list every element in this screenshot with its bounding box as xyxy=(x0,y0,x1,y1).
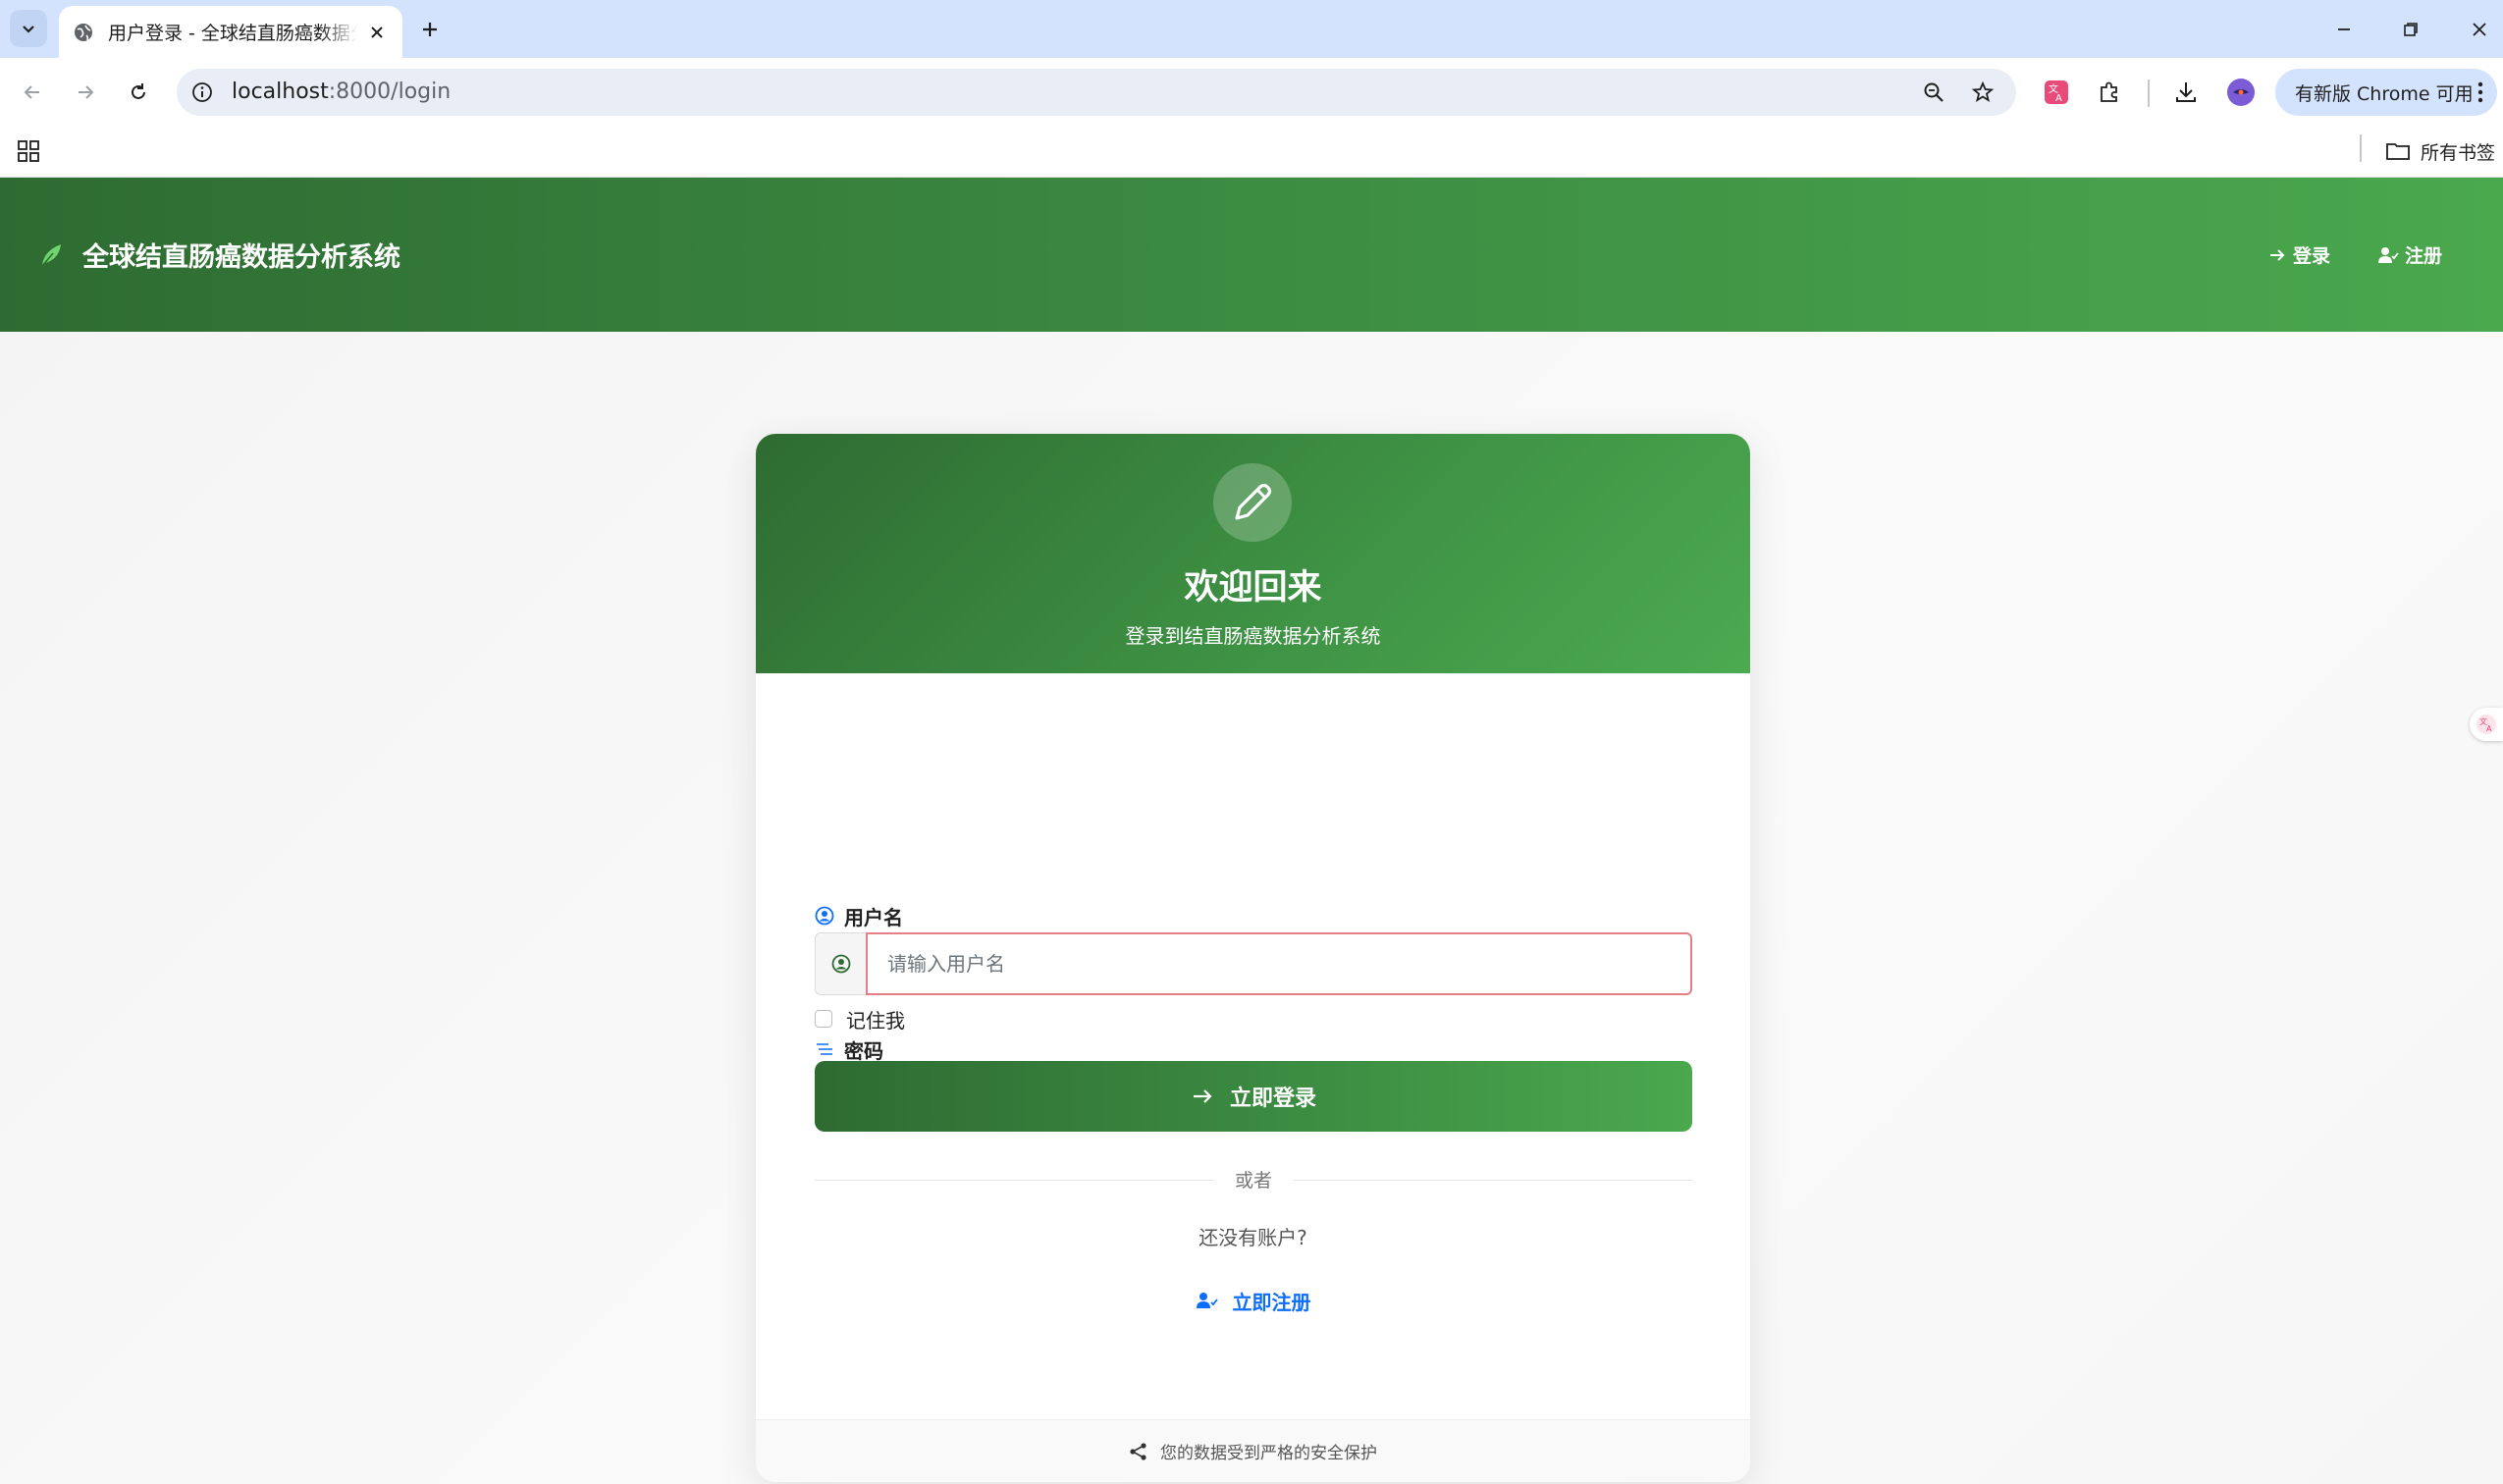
arrow-right-icon xyxy=(1193,1089,1212,1103)
url-host: localhost xyxy=(232,80,329,104)
restore-icon xyxy=(2404,23,2418,36)
login-card: 欢迎回来 登录到结直肠癌数据分析系统 用户名 密码 xyxy=(756,434,1750,1482)
all-bookmarks-button[interactable]: 所有书签 xyxy=(2385,136,2495,166)
extensions-button[interactable] xyxy=(2093,76,2126,109)
login-card-header: 欢迎回来 登录到结直肠癌数据分析系统 xyxy=(756,434,1750,673)
download-icon xyxy=(2176,82,2196,102)
puzzle-icon xyxy=(2101,81,2117,102)
register-link-label: 立即注册 xyxy=(1232,1290,1311,1314)
arrow-right-icon xyxy=(79,85,94,99)
or-divider: 或者 xyxy=(815,1166,1692,1195)
username-label-text: 用户名 xyxy=(844,905,903,929)
minimize-button[interactable] xyxy=(2328,14,2360,45)
chevron-down-icon xyxy=(23,26,34,33)
url-path: :8000/login xyxy=(328,80,452,104)
apps-grid-icon[interactable] xyxy=(16,138,41,164)
user-circle-icon xyxy=(815,906,834,926)
browser-toolbar: localhost:8000/login 文A 有新版 Chrome 可用 xyxy=(0,58,2503,127)
no-account-text: 还没有账户? xyxy=(1198,1226,1307,1249)
zoom-button[interactable] xyxy=(1920,79,1947,106)
avatar-icon xyxy=(2227,79,2255,106)
star-icon xyxy=(1971,80,1995,102)
nav-login-label: 登录 xyxy=(2293,245,2331,267)
pencil-icon xyxy=(1235,483,1272,520)
more-vert-icon xyxy=(2477,81,2483,103)
user-plus-icon xyxy=(1196,1293,1218,1308)
password-label: 密码 xyxy=(815,1034,883,1064)
translate-icon: 文A xyxy=(2045,80,2068,104)
new-tab-button[interactable] xyxy=(416,16,444,43)
folder-icon xyxy=(2386,143,2410,160)
password-label-text: 密码 xyxy=(844,1038,883,1063)
remember-label: 记住我 xyxy=(846,1008,905,1033)
close-icon xyxy=(371,26,383,38)
close-icon xyxy=(2473,23,2486,36)
remember-me[interactable]: 记住我 xyxy=(815,1004,905,1034)
address-bar[interactable]: localhost:8000/login xyxy=(177,69,2016,116)
translate-icon: 文A xyxy=(2476,715,2496,734)
tab-close-button[interactable] xyxy=(365,21,389,44)
browser-tab-active[interactable]: 用户登录 - 全球结直肠癌数据分析系统 xyxy=(59,6,402,58)
reload-button[interactable] xyxy=(122,76,155,109)
bookmark-bar: 所有书签 xyxy=(0,127,2503,178)
login-button-label: 立即登录 xyxy=(1229,1086,1316,1111)
svg-text:A: A xyxy=(2486,724,2492,733)
url-text[interactable]: localhost:8000/login xyxy=(232,69,451,116)
register-link[interactable]: 立即注册 xyxy=(756,1284,1750,1317)
arrow-left-icon xyxy=(24,85,39,99)
globe-icon xyxy=(75,23,92,41)
divider-text: 或者 xyxy=(1214,1166,1293,1195)
username-addon xyxy=(815,932,866,995)
chrome-update-button[interactable]: 有新版 Chrome 可用 xyxy=(2275,69,2497,116)
all-bookmarks-label: 所有书签 xyxy=(2421,141,2496,164)
share-icon xyxy=(1130,1442,1146,1460)
zoom-icon xyxy=(1924,82,1944,102)
card-title: 欢迎回来 xyxy=(1184,568,1322,608)
username-input-group xyxy=(815,932,1692,995)
translate-float-button[interactable]: 文A xyxy=(2470,708,2503,741)
user-circle-icon xyxy=(831,954,850,974)
brand[interactable]: 全球结直肠癌数据分析系统 xyxy=(37,178,400,332)
close-window-button[interactable] xyxy=(2464,14,2495,45)
brand-title: 全球结直肠癌数据分析系统 xyxy=(82,242,400,273)
footer-text: 您的数据受到严格的安全保护 xyxy=(1160,1444,1377,1463)
plus-icon xyxy=(423,23,437,36)
profile-avatar-button[interactable] xyxy=(2224,76,2258,109)
bookmark-star-button[interactable] xyxy=(1969,79,1997,106)
pencil-icon-badge xyxy=(1213,463,1292,542)
remember-checkbox[interactable] xyxy=(815,1010,832,1028)
leaf-icon xyxy=(41,243,61,266)
browser-tab-strip: 用户登录 - 全球结直肠癌数据分析系统 xyxy=(0,0,2503,58)
back-button[interactable] xyxy=(16,76,49,109)
restore-button[interactable] xyxy=(2395,14,2426,45)
forward-button[interactable] xyxy=(69,76,102,109)
reload-icon xyxy=(132,83,145,99)
page-body: 全球结直肠癌数据分析系统 登录 注册 欢迎回来 登录到结直肠癌数据分析系统 用户… xyxy=(0,178,2503,1484)
nav-login-link[interactable]: 登录 xyxy=(2267,178,2330,332)
arrow-right-icon xyxy=(2270,248,2285,261)
card-subtitle: 登录到结直肠癌数据分析系统 xyxy=(1125,624,1381,648)
login-button[interactable]: 立即登录 xyxy=(815,1061,1692,1132)
bookmark-divider xyxy=(2360,134,2362,162)
username-input[interactable] xyxy=(866,932,1692,995)
toolbar-divider xyxy=(2148,80,2150,107)
tab-title: 用户登录 - 全球结直肠癌数据分析系统 xyxy=(108,23,357,44)
minimize-icon xyxy=(2338,28,2350,30)
translate-extension-button[interactable]: 文A xyxy=(2040,76,2073,109)
tab-search-button[interactable] xyxy=(10,10,47,47)
downloads-button[interactable] xyxy=(2169,76,2203,109)
username-label: 用户名 xyxy=(815,901,903,930)
nav-register-label: 注册 xyxy=(2405,245,2443,267)
site-header: 全球结直肠癌数据分析系统 登录 注册 xyxy=(0,178,2503,332)
svg-text:A: A xyxy=(2055,93,2062,104)
site-info-icon[interactable] xyxy=(190,80,214,104)
nav-register-link[interactable]: 注册 xyxy=(2377,178,2442,332)
update-label: 有新版 Chrome 可用 xyxy=(2295,82,2474,105)
lines-icon xyxy=(817,1043,832,1055)
card-footer: 您的数据受到严格的安全保护 xyxy=(756,1419,1750,1482)
user-plus-icon xyxy=(2378,246,2399,263)
